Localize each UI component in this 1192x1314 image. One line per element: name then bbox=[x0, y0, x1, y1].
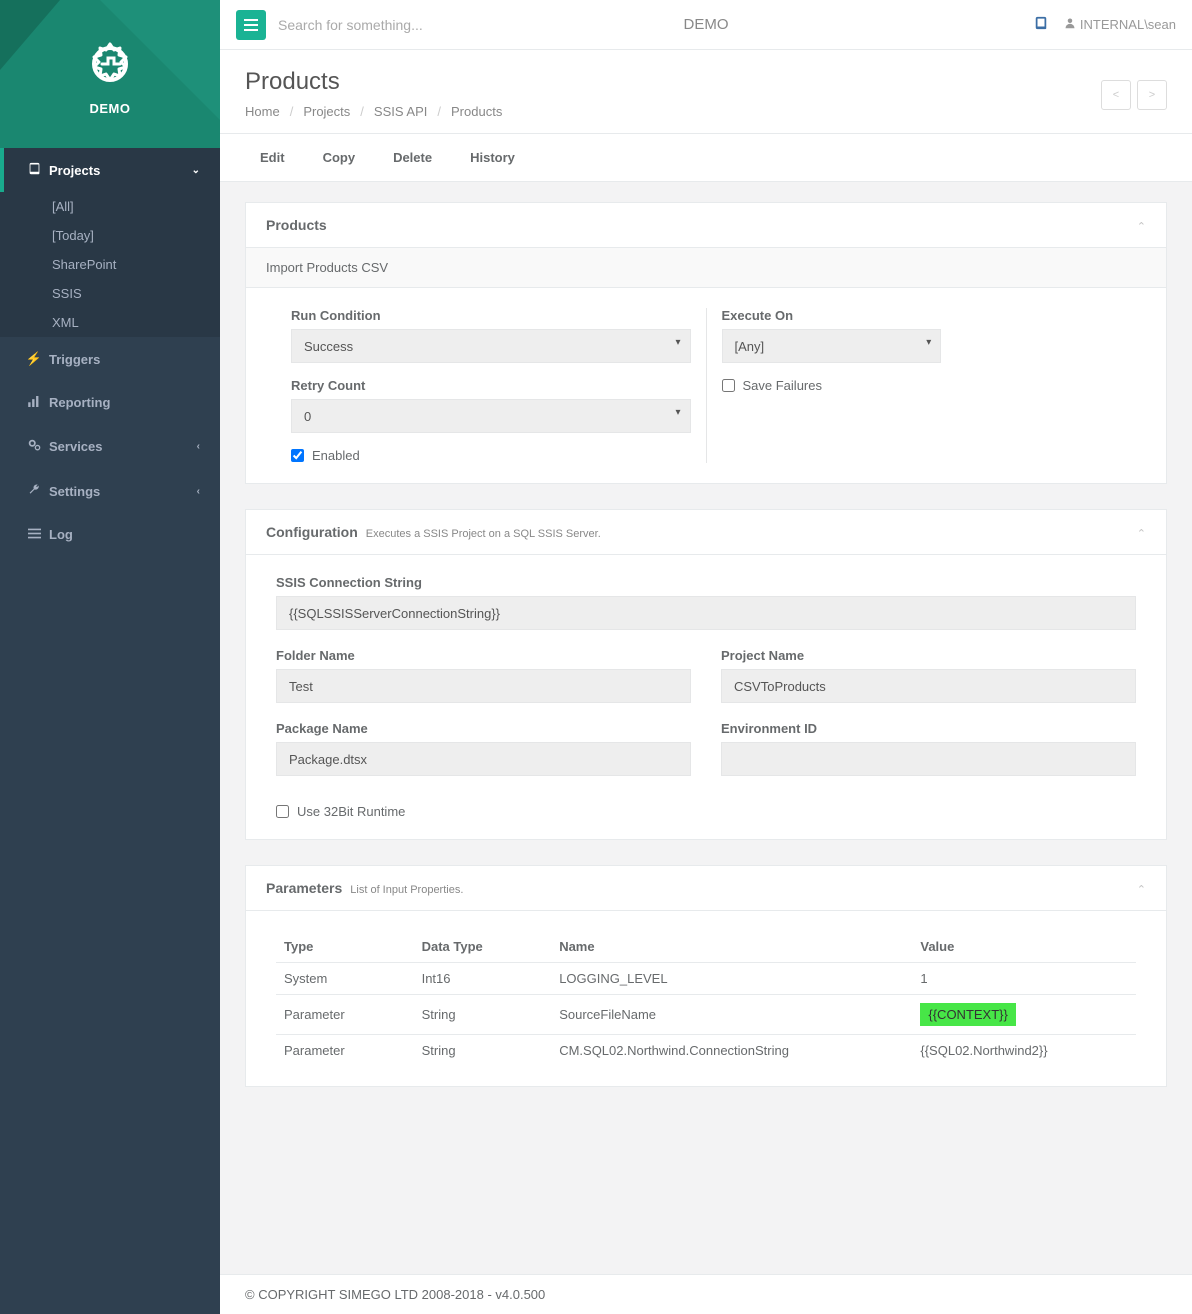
sidebar-header: DEMO bbox=[0, 0, 220, 148]
parameters-panel: Parameters List of Input Properties. ⌃ T… bbox=[245, 865, 1167, 1087]
project-name-label: Project Name bbox=[721, 648, 1136, 663]
action-edit[interactable]: Edit bbox=[260, 150, 285, 165]
retry-count-label: Retry Count bbox=[291, 378, 691, 393]
enabled-label: Enabled bbox=[312, 448, 360, 463]
use-32bit-checkbox[interactable] bbox=[276, 805, 289, 818]
conn-string-label: SSIS Connection String bbox=[276, 575, 1136, 590]
help-book-icon[interactable] bbox=[1034, 16, 1048, 33]
collapse-icon[interactable]: ⌃ bbox=[1137, 527, 1146, 540]
pager: < > bbox=[1101, 80, 1167, 110]
sidebar-item-triggers[interactable]: ⚡Triggers bbox=[0, 337, 220, 381]
package-name-input[interactable] bbox=[276, 742, 691, 776]
user-icon bbox=[1064, 17, 1076, 29]
sidebar-item-reporting[interactable]: Reporting bbox=[0, 381, 220, 424]
col-datatype: Data Type bbox=[414, 931, 552, 963]
main-content: DEMO INTERNAL\sean Products Home / Proje… bbox=[220, 0, 1192, 1314]
use-32bit-label: Use 32Bit Runtime bbox=[297, 804, 405, 819]
folder-name-input[interactable] bbox=[276, 669, 691, 703]
sidebar-item-log[interactable]: Log bbox=[0, 513, 220, 556]
products-panel-title: Products bbox=[266, 217, 327, 233]
user-menu[interactable]: INTERNAL\sean bbox=[1064, 17, 1176, 32]
top-title: DEMO bbox=[684, 16, 729, 33]
projects-submenu: [All] [Today] SharePoint SSIS XML bbox=[0, 192, 220, 337]
col-name: Name bbox=[551, 931, 912, 963]
chart-icon bbox=[25, 395, 43, 410]
breadcrumb-ssis-api[interactable]: SSIS API bbox=[374, 104, 427, 119]
folder-name-label: Folder Name bbox=[276, 648, 691, 663]
run-condition-select[interactable]: Success bbox=[291, 329, 691, 363]
configuration-panel-subtitle: Executes a SSIS Project on a SQL SSIS Se… bbox=[366, 528, 601, 540]
package-name-label: Package Name bbox=[276, 721, 691, 736]
enabled-checkbox[interactable] bbox=[291, 449, 304, 462]
parameters-panel-title: Parameters bbox=[266, 880, 342, 896]
submenu-item-ssis[interactable]: SSIS bbox=[0, 279, 220, 308]
sidebar-nav: Projects ⌄ [All] [Today] SharePoint SSIS… bbox=[0, 148, 220, 556]
submenu-item-sharepoint[interactable]: SharePoint bbox=[0, 250, 220, 279]
col-type: Type bbox=[276, 931, 414, 963]
environment-id-label: Environment ID bbox=[721, 721, 1136, 736]
sidebar-item-services[interactable]: Services‹ bbox=[0, 424, 220, 469]
products-panel-subtitle: Import Products CSV bbox=[246, 248, 1166, 288]
hamburger-icon bbox=[244, 19, 258, 31]
book-icon bbox=[25, 162, 43, 178]
list-icon bbox=[25, 527, 43, 542]
highlighted-value: {{CONTEXT}} bbox=[920, 1003, 1015, 1026]
table-row[interactable]: Parameter String SourceFileName {{CONTEX… bbox=[276, 995, 1136, 1035]
table-row[interactable]: Parameter String CM.SQL02.Northwind.Conn… bbox=[276, 1035, 1136, 1067]
sidebar-item-settings[interactable]: Settings‹ bbox=[0, 469, 220, 513]
submenu-item-xml[interactable]: XML bbox=[0, 308, 220, 337]
app-name: DEMO bbox=[80, 101, 140, 116]
table-row[interactable]: System Int16 LOGGING_LEVEL 1 bbox=[276, 963, 1136, 995]
chevron-left-icon: ‹ bbox=[197, 486, 200, 497]
execute-on-select[interactable]: [Any] bbox=[722, 329, 942, 363]
sidebar-item-projects[interactable]: Projects ⌄ [All] [Today] SharePoint SSIS… bbox=[0, 148, 220, 337]
breadcrumb-current: Products bbox=[451, 104, 502, 119]
search-input[interactable] bbox=[266, 9, 546, 41]
configuration-panel-title: Configuration bbox=[266, 524, 358, 540]
execute-on-label: Execute On bbox=[722, 308, 1122, 323]
topbar: DEMO INTERNAL\sean bbox=[220, 0, 1192, 50]
page-heading: Products Home / Projects / SSIS API / Pr… bbox=[220, 50, 1192, 134]
footer: © COPYRIGHT SIMEGO LTD 2008-2018 - v4.0.… bbox=[220, 1274, 1192, 1314]
collapse-icon[interactable]: ⌃ bbox=[1137, 883, 1146, 896]
breadcrumb: Home / Projects / SSIS API / Products bbox=[245, 104, 1167, 119]
bolt-icon: ⚡ bbox=[25, 351, 43, 367]
submenu-item-all[interactable]: [All] bbox=[0, 192, 220, 221]
breadcrumb-home[interactable]: Home bbox=[245, 104, 280, 119]
chevron-down-icon: ⌄ bbox=[192, 165, 200, 176]
col-value: Value bbox=[912, 931, 1136, 963]
products-panel: Products ⌃ Import Products CSV Run Condi… bbox=[245, 202, 1167, 484]
save-failures-checkbox[interactable] bbox=[722, 379, 735, 392]
project-name-input[interactable] bbox=[721, 669, 1136, 703]
action-copy[interactable]: Copy bbox=[323, 150, 356, 165]
pager-prev-button[interactable]: < bbox=[1101, 80, 1131, 110]
parameters-table: Type Data Type Name Value System Int16 L… bbox=[276, 931, 1136, 1066]
parameters-panel-subtitle: List of Input Properties. bbox=[350, 884, 463, 896]
submenu-item-today[interactable]: [Today] bbox=[0, 221, 220, 250]
action-bar: Edit Copy Delete History bbox=[220, 134, 1192, 182]
breadcrumb-projects[interactable]: Projects bbox=[303, 104, 350, 119]
menu-toggle-button[interactable] bbox=[236, 10, 266, 40]
collapse-icon[interactable]: ⌃ bbox=[1137, 220, 1146, 233]
environment-id-input[interactable] bbox=[721, 742, 1136, 776]
retry-count-select[interactable]: 0 bbox=[291, 399, 691, 433]
sidebar: DEMO Projects ⌄ [All] [Today] SharePoint… bbox=[0, 0, 220, 1314]
run-condition-label: Run Condition bbox=[291, 308, 691, 323]
conn-string-input[interactable] bbox=[276, 596, 1136, 630]
app-logo-icon bbox=[80, 32, 140, 92]
save-failures-label: Save Failures bbox=[743, 378, 822, 393]
wrench-icon bbox=[25, 483, 43, 499]
chevron-left-icon: ‹ bbox=[197, 441, 200, 452]
configuration-panel: Configuration Executes a SSIS Project on… bbox=[245, 509, 1167, 840]
page-title: Products bbox=[245, 68, 1167, 96]
pager-next-button[interactable]: > bbox=[1137, 80, 1167, 110]
cogs-icon bbox=[25, 438, 43, 455]
action-history[interactable]: History bbox=[470, 150, 515, 165]
action-delete[interactable]: Delete bbox=[393, 150, 432, 165]
sidebar-item-label: Projects bbox=[49, 163, 100, 178]
